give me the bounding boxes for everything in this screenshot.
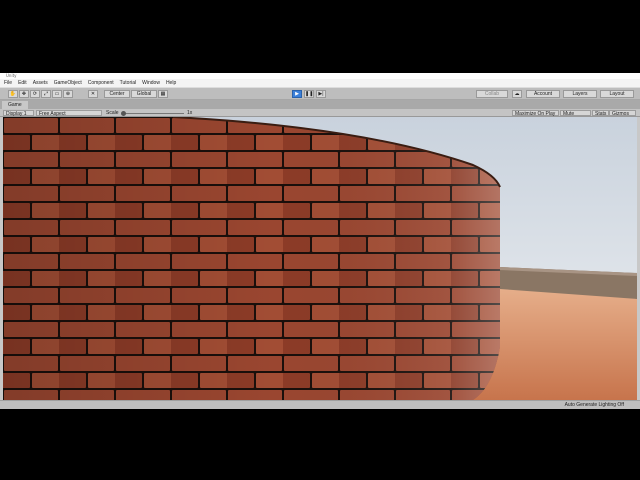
status-bar: Auto Generate Lighting Off [0,400,640,409]
game-view-render[interactable] [3,117,637,400]
account-dropdown[interactable]: Account [526,90,560,98]
space-toggle-label: Global [136,91,152,97]
tab-game[interactable]: Game [2,101,28,109]
scale-value: 1x [187,110,193,116]
menu-window[interactable]: Window [142,80,160,86]
main-toolbar: ✋ ✥ ⟳ ⤢ ▭ ⊕ ✕ Center Global ▦ ▶ ❚❚ ▶| Co… [0,88,640,100]
transform-tool-icon[interactable]: ⊕ [63,90,73,98]
stats-toggle[interactable]: Stats [592,110,609,117]
menu-gameobject[interactable]: GameObject [54,80,82,86]
pivot-toggle-label: Center [109,91,125,97]
scale-label: Scale [106,110,119,116]
menu-bar: File Edit Assets GameObject Component Tu… [0,79,640,88]
custom-tool-icon[interactable]: ✕ [88,90,98,98]
menu-edit[interactable]: Edit [18,80,27,86]
maximize-on-play-toggle[interactable]: Maximize On Play [512,110,559,117]
step-icon[interactable]: ▶| [316,90,326,98]
brick-wall [3,117,500,400]
grid-snap-icon[interactable]: ▦ [158,90,168,98]
pause-icon[interactable]: ❚❚ [304,90,314,98]
space-toggle-button[interactable]: Global [131,90,157,98]
unity-editor-window: Unity File Edit Assets GameObject Compon… [0,73,640,409]
scale-tool-icon[interactable]: ⤢ [41,90,51,98]
account-label: Account [533,91,553,97]
menu-help[interactable]: Help [166,80,176,86]
display-dropdown[interactable]: Display 1 [3,110,34,117]
menu-file[interactable]: File [4,80,12,86]
move-tool-icon[interactable]: ✥ [19,90,29,98]
collab-label: Collab [484,91,500,97]
scale-slider-track[interactable] [124,113,184,114]
layout-label: Layout [609,91,625,97]
scene-render [3,117,637,400]
hand-tool-icon[interactable]: ✋ [8,90,18,98]
layers-dropdown[interactable]: Layers [563,90,597,98]
menu-component[interactable]: Component [88,80,114,86]
rect-tool-icon[interactable]: ▭ [52,90,62,98]
collab-button[interactable]: Collab [476,90,508,98]
gizmos-dropdown[interactable]: Gizmos [609,110,636,117]
play-icon[interactable]: ▶ [292,90,302,98]
tab-bar: Game [0,100,640,109]
rotate-tool-icon[interactable]: ⟳ [30,90,40,98]
layout-dropdown[interactable]: Layout [600,90,634,98]
mute-audio-toggle[interactable]: Mute Audio [560,110,591,123]
status-text: Auto Generate Lighting Off [564,402,624,408]
game-view-toolbar: Display 1 Free Aspect Scale 1x Maximize … [0,109,640,123]
aspect-dropdown[interactable]: Free Aspect [36,110,102,117]
scale-slider-handle[interactable] [121,111,126,116]
menu-tutorial[interactable]: Tutorial [120,80,137,86]
tab-game-label: Game [8,102,22,108]
layers-label: Layers [572,91,588,97]
cloud-icon[interactable]: ☁ [512,90,522,98]
pivot-toggle-button[interactable]: Center [104,90,130,98]
menu-assets[interactable]: Assets [33,80,48,86]
